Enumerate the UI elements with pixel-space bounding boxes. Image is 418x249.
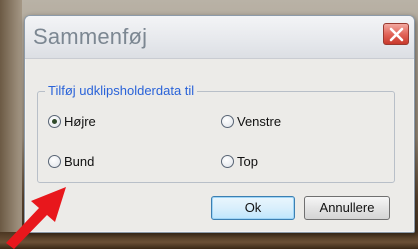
arrow-pointer-icon: [6, 187, 66, 249]
